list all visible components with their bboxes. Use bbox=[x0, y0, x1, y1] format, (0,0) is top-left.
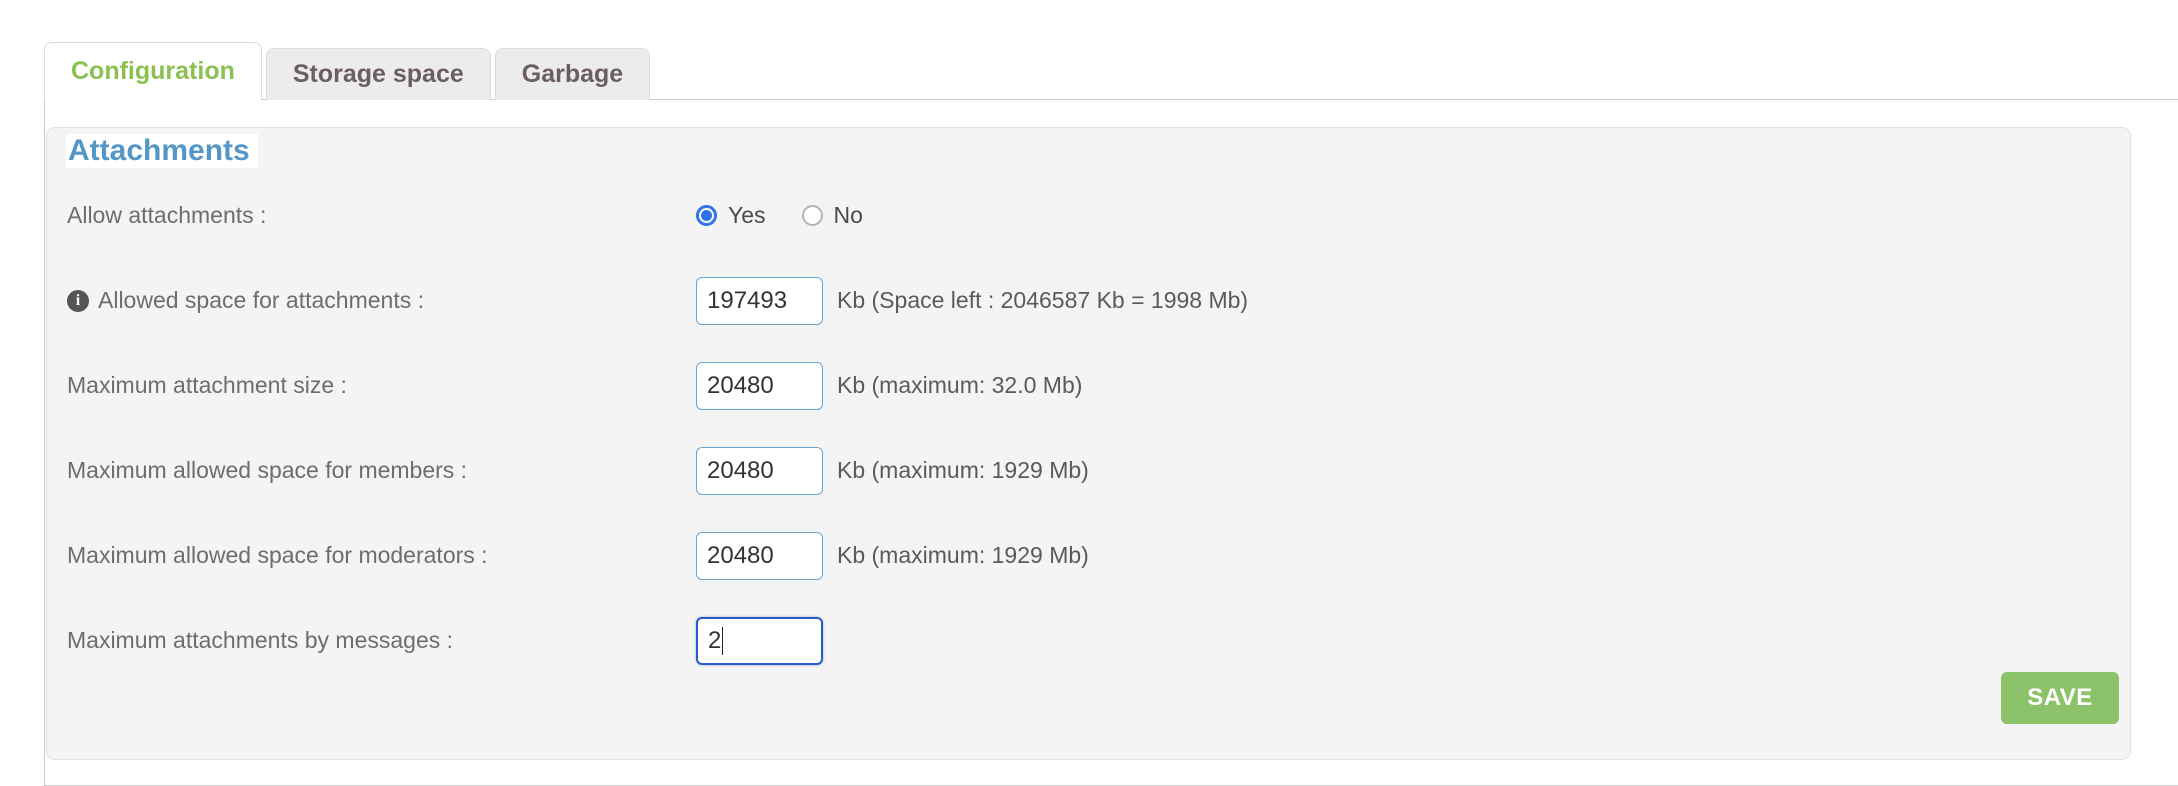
row-allowed-space-control: 197493 Kb (Space left : 2046587 Kb = 199… bbox=[696, 276, 1249, 325]
allow-attachments-no-label: No bbox=[833, 202, 863, 228]
row-allowed-space: i Allowed space for attachments : 197493… bbox=[46, 258, 2131, 343]
allowed-space-input[interactable]: 197493 bbox=[696, 276, 823, 325]
row-max-attachment-size-label-wrap: Maximum attachment size : bbox=[67, 372, 347, 399]
row-max-attachment-size-control: 20480 Kb (maximum: 32.0 Mb) bbox=[696, 361, 1083, 410]
allow-attachments-label: Allow attachments : bbox=[67, 202, 267, 228]
tab-configuration-label: Configuration bbox=[71, 57, 235, 85]
settings-screen: Configuration Storage space Garbage Atta… bbox=[0, 0, 2178, 786]
row-max-space-members: Maximum allowed space for members : 2048… bbox=[46, 428, 2131, 513]
row-max-space-moderators: Maximum allowed space for moderators : 2… bbox=[46, 513, 2131, 598]
radio-selected-icon[interactable] bbox=[696, 205, 717, 226]
tab-garbage-label: Garbage bbox=[521, 60, 624, 88]
row-max-attachment-size: Maximum attachment size : 20480 Kb (maxi… bbox=[46, 343, 2131, 428]
text-caret bbox=[722, 626, 724, 655]
row-allow-attachments-label-wrap: Allow attachments : bbox=[67, 202, 266, 229]
allowed-space-label: Allowed space for attachments : bbox=[98, 287, 424, 313]
max-space-members-input[interactable]: 20480 bbox=[696, 446, 823, 495]
max-space-moderators-label: Maximum allowed space for moderators : bbox=[67, 542, 488, 568]
row-max-space-moderators-label-wrap: Maximum allowed space for moderators : bbox=[67, 542, 488, 569]
row-max-space-members-label-wrap: Maximum allowed space for members : bbox=[67, 457, 467, 484]
tab-configuration[interactable]: Configuration bbox=[44, 42, 262, 102]
max-attachments-by-message-value: 2 bbox=[708, 626, 722, 654]
tab-bar: Configuration Storage space Garbage bbox=[44, 42, 651, 102]
allow-attachments-radio-yes[interactable]: Yes bbox=[696, 202, 766, 229]
radio-unselected-icon[interactable] bbox=[801, 205, 823, 226]
row-max-space-members-control: 20480 Kb (maximum: 1929 Mb) bbox=[696, 446, 1089, 495]
max-space-members-hint: Kb (maximum: 1929 Mb) bbox=[837, 457, 1089, 483]
row-max-attachments-by-message-control: 2 bbox=[696, 616, 823, 665]
row-max-space-moderators-control: 20480 Kb (maximum: 1929 Mb) bbox=[696, 531, 1089, 580]
max-attachments-by-message-input[interactable]: 2 bbox=[696, 616, 823, 665]
row-max-attachments-by-message-label-wrap: Maximum attachments by messages : bbox=[67, 627, 453, 654]
max-attachment-size-label: Maximum attachment size : bbox=[67, 372, 347, 398]
row-allow-attachments-control: Yes No bbox=[696, 202, 863, 229]
allow-attachments-yes-label: Yes bbox=[728, 202, 766, 228]
tab-storage-space[interactable]: Storage space bbox=[265, 48, 491, 100]
max-attachment-size-hint: Kb (maximum: 32.0 Mb) bbox=[837, 372, 1083, 398]
allow-attachments-radio-group: Yes No bbox=[696, 202, 863, 229]
allowed-space-hint: Kb (Space left : 2046587 Kb = 1998 Mb) bbox=[837, 287, 1249, 313]
save-button[interactable]: SAVE bbox=[2001, 672, 2119, 724]
tab-storage-space-label: Storage space bbox=[292, 60, 464, 88]
row-max-attachments-by-message: Maximum attachments by messages : 2 bbox=[46, 598, 2131, 683]
attachments-legend: Attachments bbox=[66, 134, 258, 168]
max-space-moderators-input[interactable]: 20480 bbox=[696, 531, 823, 580]
max-space-moderators-hint: Kb (maximum: 1929 Mb) bbox=[837, 542, 1089, 568]
row-allow-attachments: Allow attachments : Yes No bbox=[46, 173, 2131, 258]
tab-garbage[interactable]: Garbage bbox=[494, 48, 651, 100]
row-allowed-space-label-wrap: i Allowed space for attachments : bbox=[67, 287, 424, 314]
info-icon[interactable]: i bbox=[67, 289, 89, 312]
max-attachment-size-input[interactable]: 20480 bbox=[696, 361, 823, 410]
max-attachments-by-message-label: Maximum attachments by messages : bbox=[67, 627, 454, 653]
max-space-members-label: Maximum allowed space for members : bbox=[67, 457, 468, 483]
allow-attachments-radio-no[interactable]: No bbox=[801, 202, 863, 229]
